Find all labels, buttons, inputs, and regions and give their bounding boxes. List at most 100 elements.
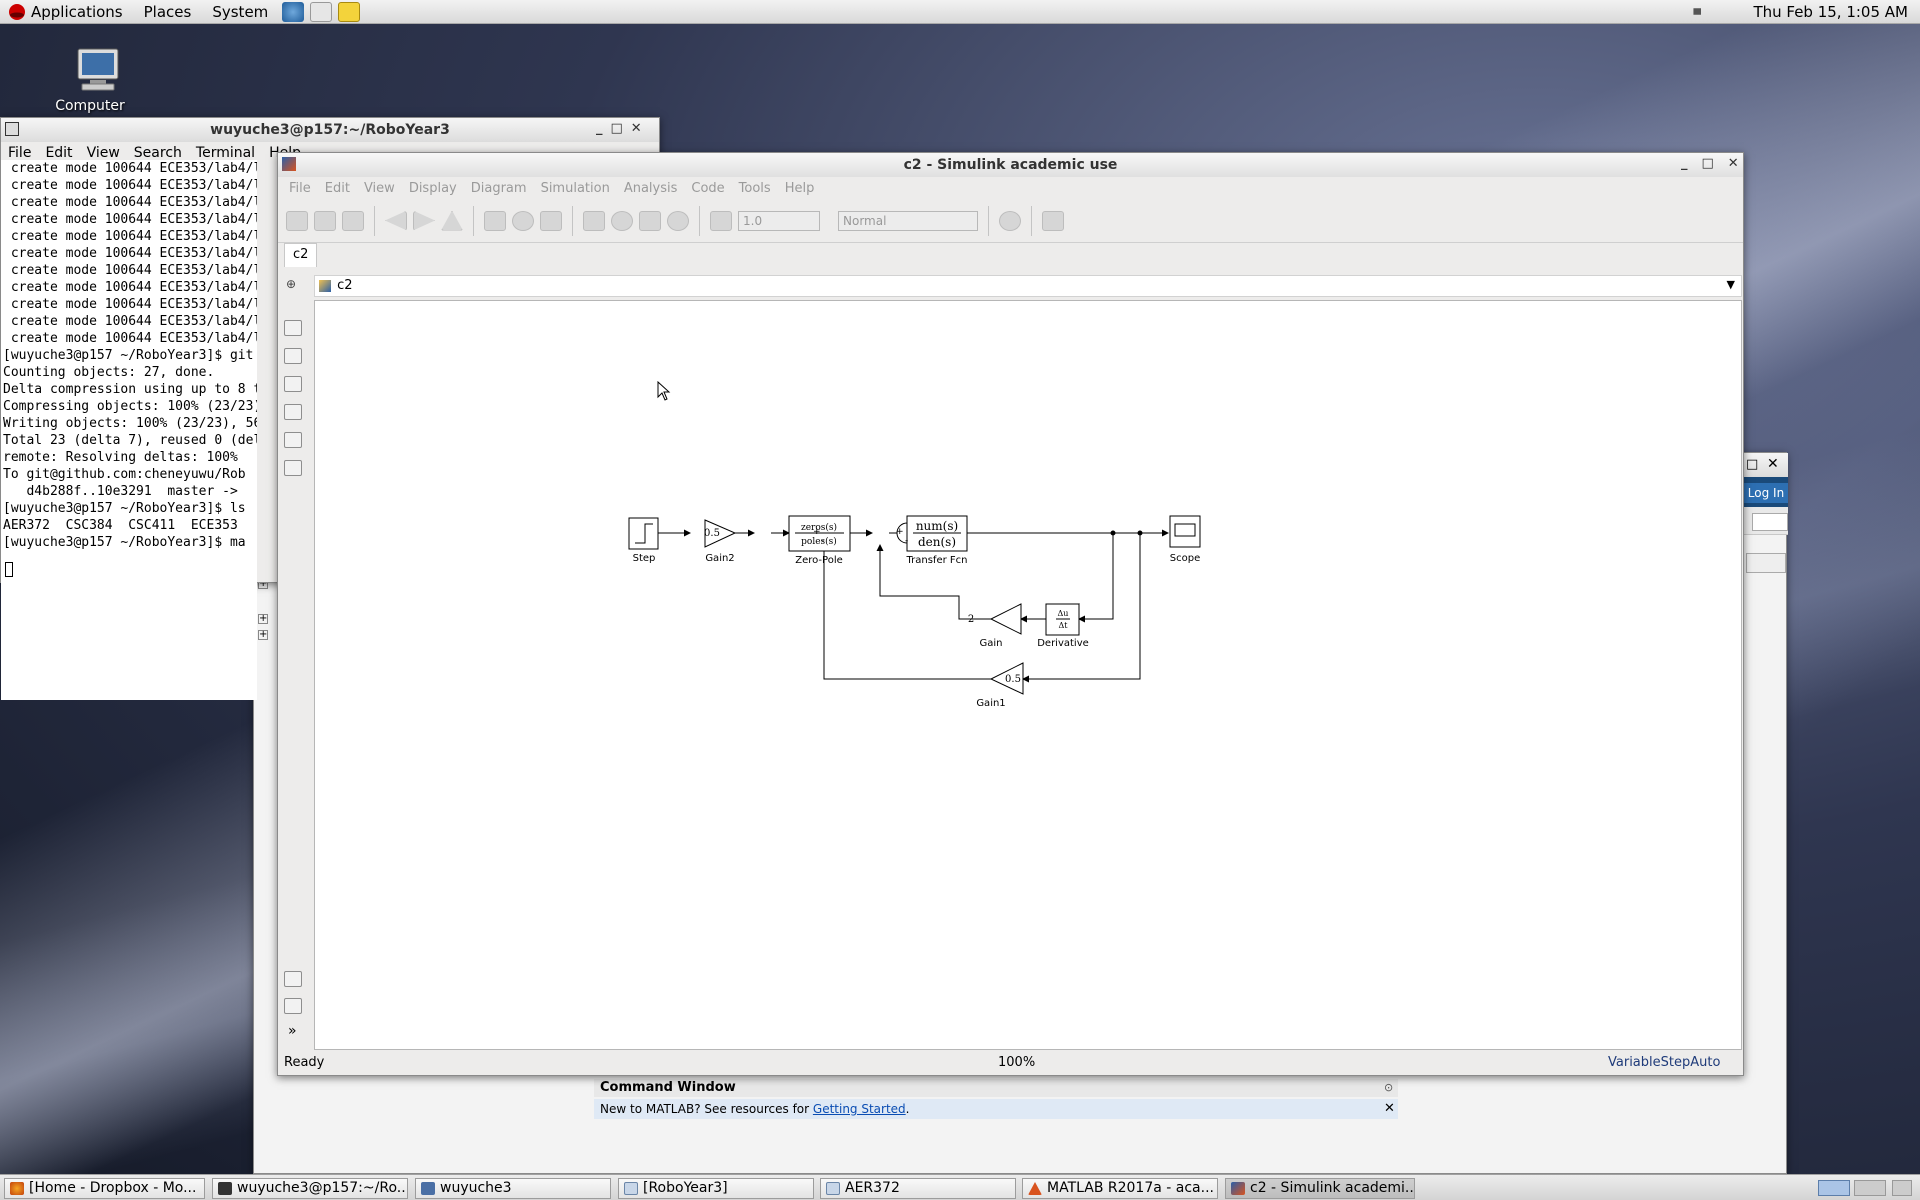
- up-icon[interactable]: [441, 210, 463, 231]
- step-back-icon[interactable]: [583, 210, 605, 231]
- places-menu[interactable]: Places: [131, 0, 200, 24]
- terminal-line: create mode 100644 ECE353/lab4/la: [3, 314, 257, 329]
- close-button[interactable]: ✕: [1767, 456, 1779, 472]
- taskbar-item-home-folder[interactable]: wuyuche3: [415, 1178, 611, 1199]
- taskbar-item-aer372[interactable]: AER372: [820, 1178, 1016, 1199]
- check-icon[interactable]: [999, 210, 1021, 231]
- terminal-line: To git@github.com:cheneyuwu/Rob: [3, 467, 246, 482]
- matlab-search-box[interactable]: [1752, 513, 1788, 531]
- close-button[interactable]: ✕: [631, 121, 642, 136]
- back-icon[interactable]: [385, 210, 407, 231]
- expand-palette-icon[interactable]: »: [288, 1023, 297, 1039]
- notes-icon[interactable]: [338, 1, 361, 22]
- menu-item-display[interactable]: Display: [402, 181, 464, 196]
- build-icon[interactable]: [1042, 210, 1064, 231]
- menu-item-file[interactable]: File: [1, 145, 38, 161]
- tree-expand-icon[interactable]: +: [258, 614, 268, 624]
- solver-name[interactable]: VariableStepAuto: [1608, 1050, 1720, 1075]
- workspace-switcher-3[interactable]: [1892, 1180, 1912, 1196]
- menu-item-code[interactable]: Code: [684, 181, 731, 196]
- web-browser-icon[interactable]: [282, 1, 305, 22]
- mail-icon[interactable]: [310, 1, 333, 22]
- simulation-mode-dropdown[interactable]: Normal: [838, 210, 978, 231]
- settings-gear-icon[interactable]: [512, 210, 534, 231]
- menu-item-terminal[interactable]: Terminal: [189, 145, 262, 161]
- taskbar-item-terminal[interactable]: wuyuche3@p157:~/Ro...: [212, 1178, 408, 1199]
- image-icon[interactable]: [284, 432, 302, 448]
- arrow-mode-icon[interactable]: [284, 376, 302, 392]
- menu-item-edit[interactable]: Edit: [38, 145, 79, 161]
- taskbar-item-simulink[interactable]: c2 - Simulink academi...: [1225, 1178, 1415, 1199]
- stop-icon[interactable]: [667, 210, 689, 231]
- simulink-logo-icon: [282, 157, 296, 171]
- chevron-down-icon[interactable]: ▼: [1727, 278, 1735, 291]
- panel-menu-icon[interactable]: ⊙: [1384, 1081, 1393, 1094]
- applications-menu[interactable]: Applications: [0, 0, 131, 24]
- menu-item-edit[interactable]: Edit: [318, 181, 357, 196]
- home-folder-icon: [421, 1182, 435, 1195]
- menu-item-view[interactable]: View: [80, 145, 127, 161]
- banner-close-icon[interactable]: ✕: [1384, 1101, 1395, 1116]
- folder-icon: [826, 1182, 840, 1195]
- computer-desktop-icon[interactable]: Computer: [50, 46, 130, 114]
- maximize-button[interactable]: □: [1746, 457, 1758, 472]
- taskbar-item-roboyear3[interactable]: [RoboYear3]: [618, 1178, 814, 1199]
- new-model-icon[interactable]: [286, 210, 308, 231]
- terminal-icon: [5, 122, 19, 136]
- library-browser-icon[interactable]: [484, 210, 506, 231]
- tree-expand-icon[interactable]: +: [258, 630, 268, 640]
- derivative-numerator: Δu: [1058, 609, 1069, 618]
- hide-explorer-icon[interactable]: ⊕: [286, 277, 296, 291]
- menu-item-view[interactable]: View: [357, 181, 402, 196]
- terminal-line: Delta compression using up to 8 th: [3, 382, 257, 397]
- annotation-icon[interactable]: [284, 404, 302, 420]
- stop-time-field[interactable]: 1.0: [738, 210, 820, 231]
- getting-started-banner: New to MATLAB? See resources for Getting…: [594, 1099, 1398, 1119]
- area-icon[interactable]: [284, 460, 302, 476]
- model-canvas[interactable]: + - + - 0.5 zeros(s) poles(s) num(s) den(s…: [314, 300, 1742, 1050]
- log-in-button[interactable]: Log In: [1744, 483, 1788, 503]
- simulink-menubar: File Edit View Display Diagram Simulation Anal…: [278, 177, 1743, 199]
- gain-label: Gain: [979, 638, 1003, 649]
- model-explorer-icon[interactable]: [540, 210, 562, 231]
- volume-icon[interactable]: [1693, 3, 1710, 20]
- screenshot-icon[interactable]: [284, 971, 302, 987]
- taskbar-item-matlab[interactable]: MATLAB R2017a - aca...: [1022, 1178, 1218, 1199]
- menu-item-analysis[interactable]: Analysis: [617, 181, 685, 196]
- model-tabs: c2: [278, 243, 1743, 267]
- simulink-window[interactable]: c2 - Simulink academic use _ □ ✕ File Edit V…: [277, 152, 1744, 1076]
- menu-item-file[interactable]: File: [282, 181, 318, 196]
- breadcrumb[interactable]: c2 ▼: [314, 275, 1742, 297]
- taskbar-item-firefox[interactable]: [Home - Dropbox - Mo...: [4, 1178, 205, 1199]
- menu-item-search[interactable]: Search: [127, 145, 189, 161]
- menu-item-simulation[interactable]: Simulation: [534, 181, 617, 196]
- zoom-icon[interactable]: [284, 320, 302, 336]
- report-icon[interactable]: [284, 998, 302, 1014]
- terminal-titlebar[interactable]: wuyuche3@p157:~/RoboYear3 _ □ ✕: [1, 118, 659, 142]
- system-menu[interactable]: System: [199, 0, 276, 24]
- menu-item-diagram[interactable]: Diagram: [464, 181, 534, 196]
- workspace-switcher-2[interactable]: [1854, 1180, 1886, 1196]
- data-inspector-icon[interactable]: [710, 210, 732, 231]
- step-forward-icon[interactable]: [639, 210, 661, 231]
- menu-item-help[interactable]: Help: [778, 181, 822, 196]
- menu-item-tools[interactable]: Tools: [732, 181, 778, 196]
- clock[interactable]: Thu Feb 15, 1:05 AM: [1753, 3, 1908, 21]
- minimize-button[interactable]: _: [1681, 156, 1688, 171]
- fit-to-view-icon[interactable]: [284, 348, 302, 364]
- workspace-switcher-1[interactable]: [1818, 1180, 1850, 1196]
- terminal-output[interactable]: create mode 100644 ECE353/lab4/la create…: [1, 160, 257, 700]
- close-button[interactable]: ✕: [1728, 156, 1739, 171]
- maximize-button[interactable]: □: [611, 121, 623, 136]
- tab-c2[interactable]: c2: [284, 243, 318, 267]
- save-icon[interactable]: [342, 210, 364, 231]
- maximize-button[interactable]: □: [1702, 156, 1714, 171]
- forward-icon[interactable]: [413, 210, 435, 231]
- getting-started-link[interactable]: Getting Started: [813, 1102, 906, 1116]
- minimize-button[interactable]: _: [596, 121, 603, 136]
- terminal-line: Writing objects: 100% (23/23), 562: [3, 416, 257, 431]
- terminal-cursor: [5, 562, 13, 577]
- run-icon[interactable]: [611, 210, 633, 231]
- simulink-titlebar[interactable]: c2 - Simulink academic use _ □ ✕: [278, 153, 1743, 177]
- open-icon[interactable]: [314, 210, 336, 231]
